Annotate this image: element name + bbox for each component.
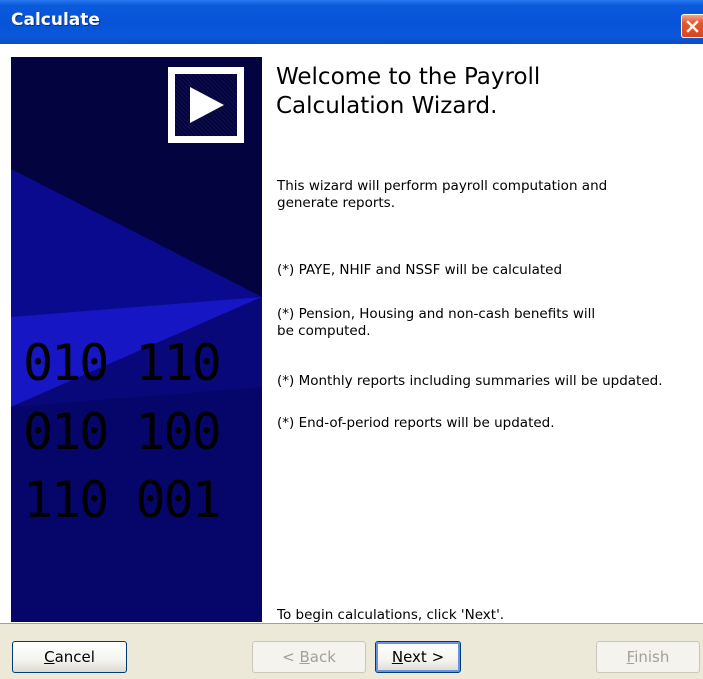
next-button[interactable]: Next > [375,641,461,673]
bullet-paye: (*) PAYE, NHIF and NSSF will be calculat… [277,262,563,278]
calculate-wizard-window: Calculate 010 110 010 100 110 001 Welcom… [0,0,703,679]
play-arrow-icon [190,87,224,123]
close-icon [686,20,699,33]
window-title: Calculate [11,10,100,30]
button-bar: Cancel < Back Next > Finish [0,624,703,679]
intro-line: generate reports. [277,195,396,211]
bullet-line: (*) Pension, Housing and non-cash benefi… [277,306,596,322]
heading-line: Calculation Wizard. [276,93,498,119]
cancel-button[interactable]: Cancel [12,641,127,673]
intro-text: This wizard will perform payroll computa… [277,178,607,212]
title-bar[interactable]: Calculate [0,0,703,44]
bullet-end-of-period: (*) End-of-period reports will be update… [277,415,555,431]
binary-text-line: 010 100 [23,403,222,461]
binary-text-line: 110 001 [23,471,222,529]
back-button[interactable]: < Back [252,641,366,673]
bullet-pension: (*) Pension, Housing and non-cash benefi… [277,306,595,340]
wizard-heading: Welcome to the Payroll Calculation Wizar… [276,63,676,121]
footer-hint: To begin calculations, click 'Next'. [277,607,505,623]
wizard-logo [168,67,244,143]
finish-button[interactable]: Finish [596,641,700,673]
bullet-line: be computed. [277,323,371,339]
close-button[interactable] [681,14,703,38]
intro-line: This wizard will perform payroll computa… [277,178,608,194]
wizard-side-banner: 010 110 010 100 110 001 [11,57,262,622]
binary-text-line: 010 110 [23,334,222,392]
heading-line: Welcome to the Payroll [276,64,541,90]
bullet-monthly-reports: (*) Monthly reports including summaries … [277,373,663,389]
